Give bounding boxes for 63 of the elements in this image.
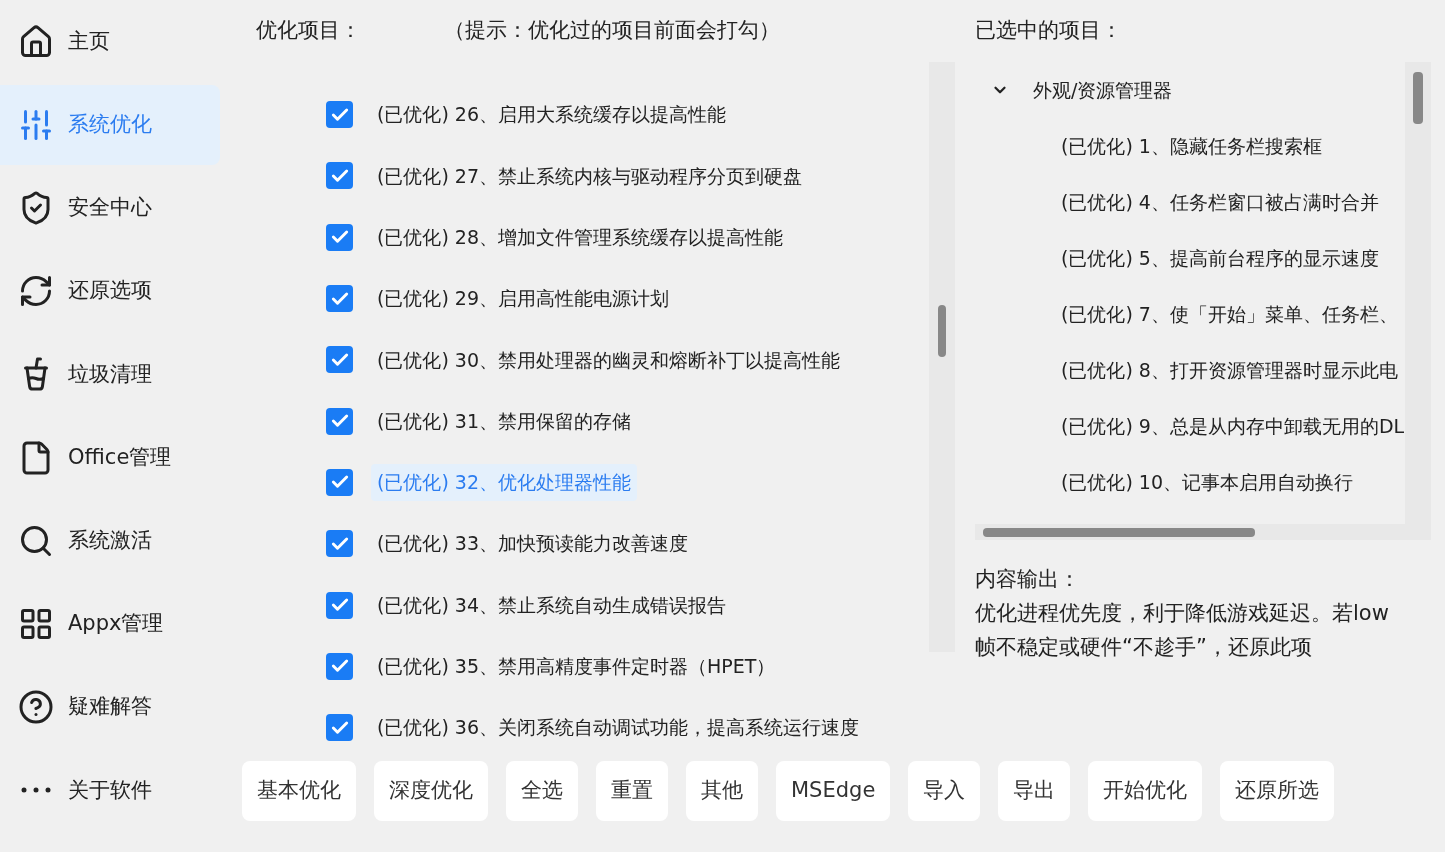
scrollbar-thumb[interactable]	[938, 305, 946, 357]
option-label[interactable]: (已优化) 29、启用高性能电源计划	[371, 280, 676, 317]
sidebar-item[interactable]: 安全中心	[0, 167, 220, 248]
option-label[interactable]: (已优化) 36、关闭系统自动调试功能，提高系统运行速度	[371, 709, 866, 746]
checkbox[interactable]	[326, 101, 353, 129]
checkbox[interactable]	[326, 714, 353, 742]
option-label[interactable]: (已优化) 26、启用大系统缓存以提高性能	[371, 96, 733, 133]
action-button[interactable]: 开始优化	[1088, 761, 1203, 821]
checkbox[interactable]	[326, 468, 353, 496]
action-button[interactable]: 全选	[506, 761, 578, 821]
action-button[interactable]: 导入	[908, 761, 981, 821]
scrollbar-thumb[interactable]	[1413, 72, 1423, 124]
sidebar-item[interactable]: 系统优化	[0, 84, 220, 165]
option-label[interactable]: (已优化) 33、加快预读能力改善速度	[371, 525, 695, 562]
sidebar-item[interactable]: 还原选项	[0, 251, 220, 332]
scrollbar-track[interactable]	[929, 62, 955, 652]
output-text: 优化进程优先度，利于降低游戏延迟。若low帧不稳定或硬件“不趁手”，还原此项	[975, 600, 1390, 661]
action-button[interactable]: 还原所选	[1220, 761, 1335, 821]
help-icon	[18, 689, 54, 726]
action-button[interactable]: 深度优化	[374, 761, 488, 821]
hint-text: （提示：优化过的项目前面会打勾）	[444, 17, 780, 45]
tree-item[interactable]: (已优化) 10、记事本启用自动换行	[1061, 467, 1354, 497]
option-label[interactable]: (已优化) 32、优化处理器性能	[371, 464, 638, 501]
option-label[interactable]: (已优化) 31、禁用保留的存储	[371, 402, 638, 440]
sidebar-item[interactable]: Appx管理	[0, 583, 220, 664]
tree-item[interactable]: (已优化) 1、隐藏任务栏搜索框	[1061, 131, 1322, 161]
checkbox[interactable]	[326, 346, 353, 374]
tree-item[interactable]: (已优化) 8、打开资源管理器时显示此电	[1061, 355, 1398, 385]
checkbox[interactable]	[326, 591, 353, 619]
checkbox[interactable]	[326, 223, 353, 251]
more-icon	[21, 787, 51, 794]
tree-item[interactable]: (已优化) 4、任务栏窗口被占满时合并	[1061, 187, 1379, 217]
checkbox[interactable]	[326, 285, 353, 313]
action-button[interactable]: MSEdge	[776, 761, 891, 821]
option-label[interactable]: (已优化) 35、禁用高精度事件定时器（HPET）	[371, 648, 782, 685]
checkbox[interactable]	[326, 652, 353, 680]
section-title: 已选中的项目：	[975, 17, 1122, 45]
tree-item[interactable]: (已优化) 5、提高前台程序的显示速度	[1061, 243, 1379, 273]
tree-item[interactable]: 外观/资源管理器	[1033, 75, 1173, 105]
action-button[interactable]: 导出	[998, 761, 1071, 821]
horizontal-scrollbar[interactable]	[983, 527, 1255, 537]
action-button[interactable]: 其他	[686, 761, 758, 821]
sidebar-item[interactable]: 疑难解答	[0, 667, 220, 748]
tree-item[interactable]: (已优化) 9、总是从内存中卸载无用的DL	[1061, 411, 1405, 441]
checkbox[interactable]	[326, 407, 353, 435]
option-label[interactable]: (已优化) 34、禁止系统自动生成错误报告	[371, 586, 733, 624]
checkbox[interactable]	[326, 162, 353, 190]
scrollbar-track[interactable]	[1405, 62, 1431, 540]
option-label[interactable]: (已优化) 28、增加文件管理系统缓存以提高性能	[371, 219, 790, 256]
section-title: 优化项目：	[256, 17, 362, 45]
option-label[interactable]: (已优化) 30、禁用处理器的幽灵和熔断补丁以提高性能	[371, 341, 847, 379]
sidebar-item[interactable]: 关于软件	[0, 750, 220, 831]
tree-item[interactable]: (已优化) 7、使「开始」菜单、任务栏、	[1061, 299, 1398, 329]
sidebar-item[interactable]: Office管理	[0, 417, 220, 498]
action-button[interactable]: 基本优化	[242, 761, 356, 821]
sidebar-item[interactable]: 系统激活	[0, 500, 220, 581]
sidebar-item[interactable]: 垃圾清理	[0, 334, 220, 415]
sidebar-item[interactable]: 主页	[0, 1, 220, 82]
option-label[interactable]: (已优化) 27、禁止系统内核与驱动程序分页到硬盘	[371, 157, 809, 195]
output-title: 内容输出：	[975, 566, 1081, 593]
home-icon	[18, 23, 54, 60]
checkbox[interactable]	[326, 530, 353, 558]
action-button[interactable]: 重置	[596, 761, 668, 821]
